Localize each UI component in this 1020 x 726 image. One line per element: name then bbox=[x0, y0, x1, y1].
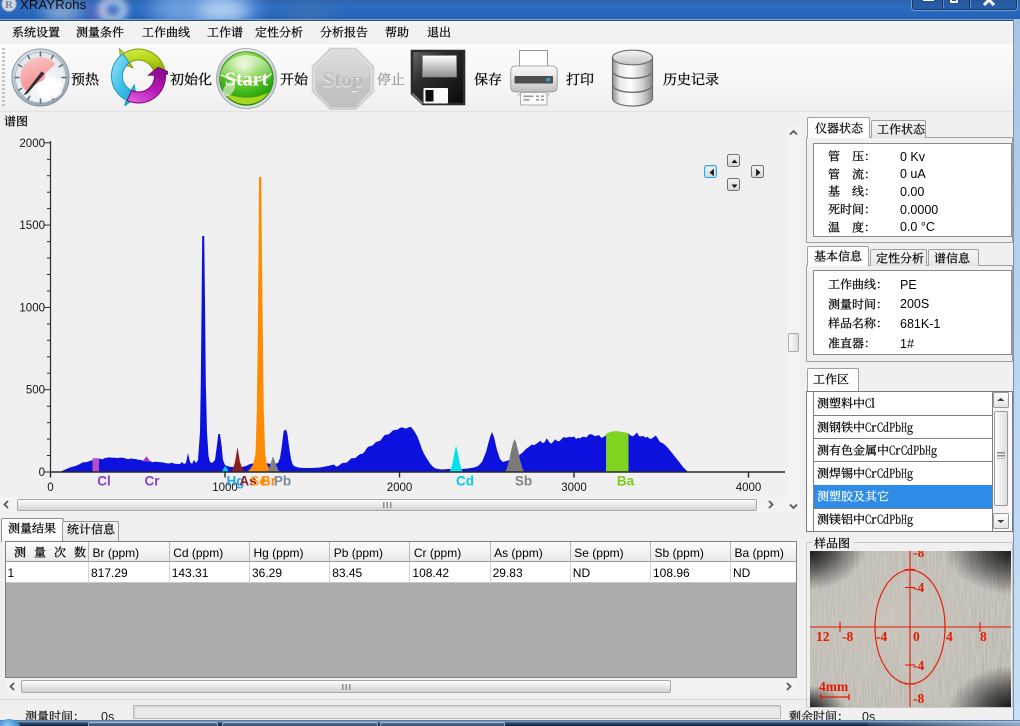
svg-text:-4: -4 bbox=[913, 580, 924, 595]
svg-text:-8: -8 bbox=[842, 629, 853, 644]
svg-text:1500: 1500 bbox=[19, 220, 45, 232]
svg-text:Ba: Ba bbox=[617, 474, 635, 489]
svg-text:2000: 2000 bbox=[19, 138, 45, 150]
svg-text:Cd: Cd bbox=[456, 474, 474, 489]
svg-text:-8: -8 bbox=[913, 551, 924, 560]
svg-text:4000: 4000 bbox=[736, 482, 762, 494]
svg-text:-4: -4 bbox=[913, 658, 924, 673]
svg-text:4: 4 bbox=[946, 629, 953, 644]
svg-text:1000: 1000 bbox=[19, 302, 45, 314]
svg-text:-4: -4 bbox=[876, 629, 887, 644]
svg-text:R: R bbox=[5, 0, 14, 11]
svg-text:0: 0 bbox=[39, 467, 45, 479]
svg-text:4mm: 4mm bbox=[819, 679, 849, 694]
svg-text:Cl: Cl bbox=[97, 474, 111, 489]
svg-text:12: 12 bbox=[816, 629, 830, 644]
svg-text:0: 0 bbox=[913, 629, 920, 644]
svg-text:0: 0 bbox=[47, 482, 53, 494]
svg-text:Pb: Pb bbox=[274, 474, 291, 489]
svg-text:-8: -8 bbox=[913, 691, 924, 706]
svg-text:500: 500 bbox=[26, 385, 45, 397]
svg-text:Cr: Cr bbox=[144, 474, 160, 489]
svg-text:8: 8 bbox=[980, 629, 987, 644]
svg-text:3000: 3000 bbox=[561, 482, 587, 494]
svg-text:2000: 2000 bbox=[387, 482, 413, 494]
svg-text:Sb: Sb bbox=[515, 474, 532, 489]
svg-text:Stop: Stop bbox=[323, 68, 364, 92]
svg-text:Start: Start bbox=[225, 69, 269, 91]
